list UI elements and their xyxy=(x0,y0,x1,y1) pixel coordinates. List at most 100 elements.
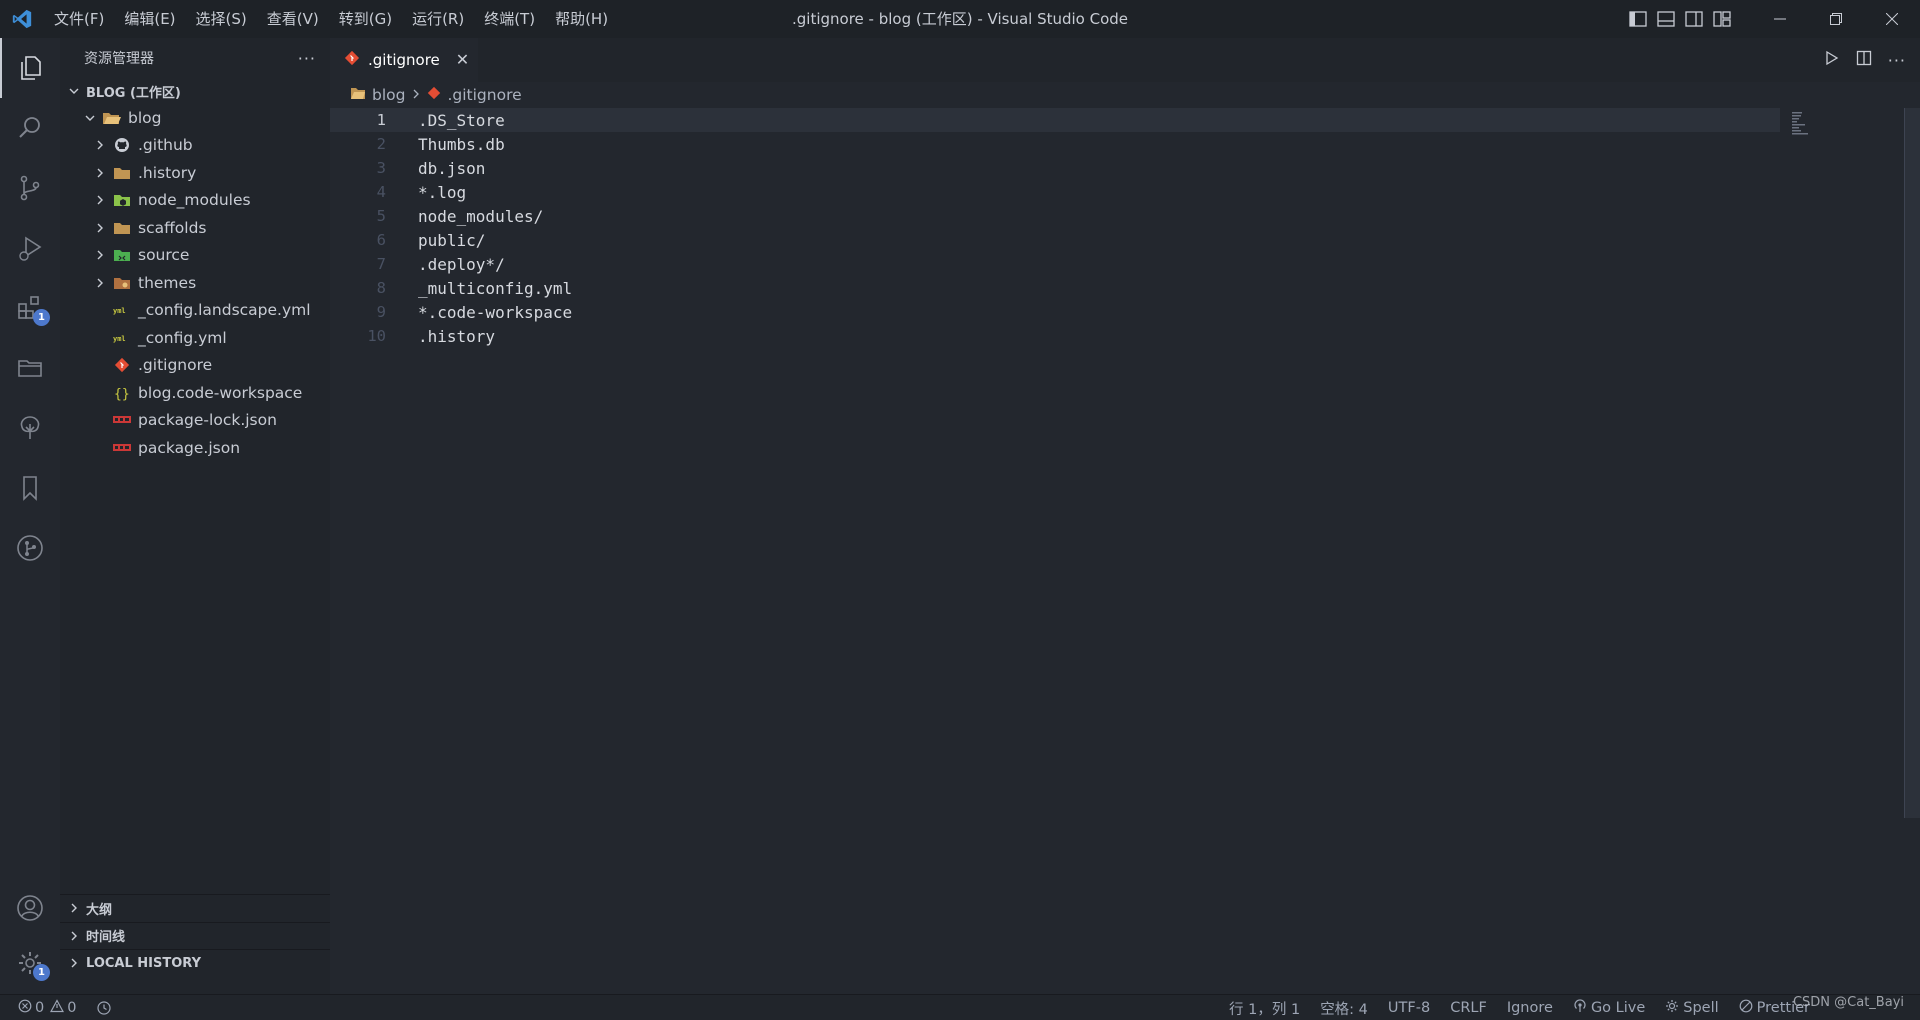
chevron-right-icon xyxy=(66,928,82,944)
toggle-secondary-sidebar-icon[interactable] xyxy=(1680,0,1708,38)
tree-folder[interactable]: .history xyxy=(60,159,330,187)
close-window-icon[interactable] xyxy=(1864,0,1920,38)
section-outline[interactable]: 大纲 xyxy=(60,894,330,922)
search-icon[interactable] xyxy=(0,98,60,158)
code-line[interactable]: 1 .DS_Store xyxy=(330,108,1780,132)
menu-help[interactable]: 帮助(H) xyxy=(545,0,618,38)
go-live-button[interactable]: Go Live xyxy=(1563,995,1655,1020)
history-icon[interactable] xyxy=(86,995,122,1020)
git-icon xyxy=(427,86,441,104)
explorer-sidebar: 资源管理器 ··· BLOG (工作区) blog .github .histor… xyxy=(60,38,330,994)
sidebar-header: 资源管理器 ··· xyxy=(60,38,330,78)
menu-view[interactable]: 查看(V) xyxy=(257,0,329,38)
code-line[interactable]: 3 db.json xyxy=(330,156,1780,180)
manage-gear-icon[interactable]: 1 xyxy=(0,933,60,993)
extensions-icon[interactable]: 1 xyxy=(0,278,60,338)
menu-edit[interactable]: 编辑(E) xyxy=(114,0,185,38)
tree-label: themes xyxy=(138,273,197,292)
folder-icon xyxy=(112,163,132,183)
git-graph-icon[interactable] xyxy=(0,518,60,578)
accounts-icon[interactable] xyxy=(0,878,60,938)
code-line[interactable]: 7 .deploy*/ xyxy=(330,252,1780,276)
run-debug-icon[interactable] xyxy=(0,218,60,278)
minimap[interactable] xyxy=(1792,112,1812,136)
tree-file[interactable]: yml _config.yml xyxy=(60,324,330,352)
menu-go[interactable]: 转到(G) xyxy=(329,0,402,38)
close-tab-icon[interactable]: ✕ xyxy=(456,50,469,69)
explorer-icon[interactable] xyxy=(0,38,60,98)
breadcrumb-folder[interactable]: blog xyxy=(372,86,405,104)
code-text: db.json xyxy=(418,158,486,178)
editor-more-actions-icon[interactable]: ··· xyxy=(1888,51,1906,70)
breadcrumb: blog .gitignore xyxy=(330,82,1920,108)
settings-badge: 1 xyxy=(33,964,50,981)
code-line[interactable]: 9 *.code-workspace xyxy=(330,300,1780,324)
tree-label: package.json xyxy=(138,438,241,457)
restore-icon[interactable] xyxy=(1808,0,1864,38)
sidebar-title: 资源管理器 xyxy=(84,51,154,67)
tree-file[interactable]: package-lock.json xyxy=(60,407,330,435)
cursor-position[interactable]: 行 1，列 1 xyxy=(1219,995,1310,1020)
tree-folder[interactable]: themes xyxy=(60,269,330,297)
language-mode[interactable]: Ignore xyxy=(1497,995,1563,1020)
minimize-icon[interactable] xyxy=(1752,0,1808,38)
customize-layout-icon[interactable] xyxy=(1708,0,1736,38)
chevron-right-icon xyxy=(92,192,108,208)
breadcrumb-file[interactable]: .gitignore xyxy=(447,86,521,104)
section-label: 时间线 xyxy=(86,930,126,946)
tree-label: _config.landscape.yml xyxy=(138,301,311,320)
split-editor-icon[interactable] xyxy=(1856,50,1872,70)
code-line[interactable]: 10 .history xyxy=(330,324,1780,348)
tree-folder[interactable]: source xyxy=(60,242,330,270)
folder-view-icon[interactable] xyxy=(0,338,60,398)
remote-explorer-icon[interactable] xyxy=(0,398,60,458)
code-text: *.log xyxy=(418,182,467,202)
code-line[interactable]: 5 node_modules/ xyxy=(330,204,1780,228)
end-of-line[interactable]: CRLF xyxy=(1440,995,1497,1020)
file-encoding[interactable]: UTF-8 xyxy=(1378,995,1440,1020)
menu-selection[interactable]: 选择(S) xyxy=(186,0,257,38)
menu-run[interactable]: 运行(R) xyxy=(402,0,474,38)
more-actions-icon[interactable]: ··· xyxy=(298,49,316,68)
code-line[interactable]: 2 Thumbs.db xyxy=(330,132,1780,156)
code-line[interactable]: 6 public/ xyxy=(330,228,1780,252)
editor-scrollbar[interactable] xyxy=(1904,108,1920,818)
tree-file[interactable]: yml _config.landscape.yml xyxy=(60,297,330,325)
workspace-header[interactable]: BLOG (工作区) xyxy=(60,78,330,104)
tree-file[interactable]: {} blog.code-workspace xyxy=(60,379,330,407)
watermark: CSDN @Cat_Bayi xyxy=(1792,995,1904,1010)
toggle-primary-sidebar-icon[interactable] xyxy=(1624,0,1652,38)
line-number: 5 xyxy=(376,207,386,225)
code-line[interactable]: 8 _multiconfig.yml xyxy=(330,276,1780,300)
folder-icon xyxy=(112,218,132,238)
bookmarks-icon[interactable] xyxy=(0,458,60,518)
chevron-right-icon xyxy=(92,220,108,236)
indentation[interactable]: 空格: 4 xyxy=(1310,995,1378,1020)
tree-folder[interactable]: .github xyxy=(60,132,330,160)
tab-gitignore[interactable]: .gitignore ✕ xyxy=(330,38,478,82)
source-control-icon[interactable] xyxy=(0,158,60,218)
tree-label: blog.code-workspace xyxy=(138,383,303,402)
tree-folder[interactable]: node_modules xyxy=(60,187,330,215)
menu-file[interactable]: 文件(F) xyxy=(44,0,114,38)
editor-tab-bar: .gitignore ✕ ··· xyxy=(330,38,1920,82)
tree-file[interactable]: package.json xyxy=(60,434,330,462)
menu-terminal[interactable]: 终端(T) xyxy=(474,0,545,38)
problems-indicator[interactable]: 0 0 xyxy=(0,995,86,1020)
section-local-history[interactable]: LOCAL HISTORY xyxy=(60,949,330,977)
code-text: .DS_Store xyxy=(418,110,505,130)
section-timeline[interactable]: 时间线 xyxy=(60,921,330,950)
tree-root-blog[interactable]: blog xyxy=(60,104,330,132)
chevron-right-icon xyxy=(92,275,108,291)
tree-file[interactable]: .gitignore xyxy=(60,352,330,380)
toggle-panel-icon[interactable] xyxy=(1652,0,1680,38)
tree-folder[interactable]: scaffolds xyxy=(60,214,330,242)
warning-count: 0 xyxy=(67,999,77,1016)
run-icon[interactable] xyxy=(1824,50,1840,70)
code-line[interactable]: 4 *.log xyxy=(330,180,1780,204)
file-tree: BLOG (工作区) blog .github .history node_modu… xyxy=(60,78,330,894)
spell-button[interactable]: Spell xyxy=(1655,995,1728,1020)
code-editor[interactable]: 1 .DS_Store 2 Thumbs.db 3 db.json 4 *.log 5 node_… xyxy=(330,108,1920,994)
line-number: 3 xyxy=(376,159,386,177)
